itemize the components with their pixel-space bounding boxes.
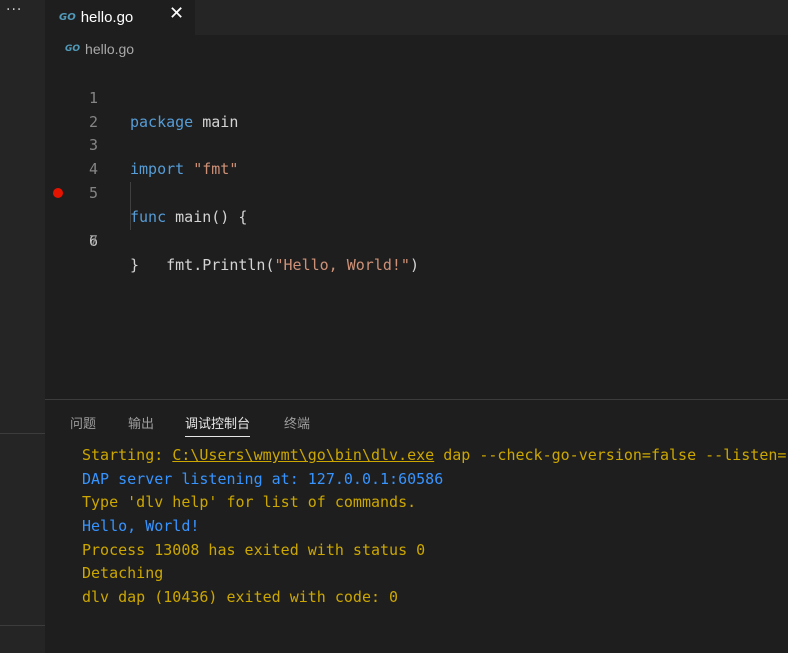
tab-debug-console[interactable]: 调试控制台 bbox=[185, 413, 251, 437]
console-text: dap --check-go-version=false --listen=12… bbox=[443, 446, 788, 464]
more-actions-icon[interactable]: ··· bbox=[6, 2, 22, 18]
code-line[interactable]: 6 fmt.Println("Hello, World!") bbox=[45, 181, 788, 274]
tab-label: hello.go bbox=[80, 9, 134, 26]
go-file-icon: GO bbox=[59, 12, 76, 23]
call-token: fmt.Println( bbox=[166, 256, 275, 274]
code-line[interactable]: 1 package main bbox=[45, 62, 788, 131]
editor-tab-bar: GO hello.go ✕ bbox=[45, 0, 788, 35]
debug-console-output[interactable]: Starting: C:\Users\wmymt\go\bin\dlv.exe … bbox=[82, 444, 788, 610]
code-line[interactable]: 3 import "fmt" bbox=[45, 109, 788, 178]
tab-terminal[interactable]: 终端 bbox=[284, 413, 310, 432]
breakpoint-icon[interactable] bbox=[53, 188, 63, 198]
executable-path-link[interactable]: C:\Users\wmymt\go\bin\dlv.exe bbox=[172, 446, 434, 464]
console-line: DAP server listening at: 127.0.0.1:60586 bbox=[82, 469, 444, 488]
console-line: dlv dap (10436) exited with code: 0 bbox=[82, 588, 399, 607]
go-file-icon: GO bbox=[65, 44, 81, 54]
console-line: Process 13008 has exited with status 0 bbox=[82, 540, 426, 559]
sidebar-divider bbox=[0, 625, 45, 626]
console-line: Detaching bbox=[82, 564, 164, 583]
panel-tab-bar: 问题 输出 调试控制台 终端 bbox=[45, 400, 788, 438]
tab-output[interactable]: 输出 bbox=[128, 413, 154, 432]
code-editor[interactable]: 1 package main 2 3 import "fmt" 4 5 func… bbox=[45, 62, 788, 398]
line-number: 7 bbox=[88, 232, 98, 250]
code-line[interactable]: 4 bbox=[45, 133, 788, 178]
breadcrumb[interactable]: GO hello.go bbox=[65, 38, 134, 60]
console-line: Hello, World! bbox=[82, 517, 200, 536]
console-line: Type 'dlv help' for list of commands. bbox=[82, 493, 417, 512]
paren-token: ) bbox=[409, 256, 419, 274]
code-line[interactable]: 2 bbox=[45, 86, 788, 131]
close-icon[interactable]: ✕ bbox=[169, 4, 184, 24]
string-token: "Hello, World!" bbox=[274, 256, 410, 274]
console-line: Starting: C:\Users\wmymt\go\bin\dlv.exe … bbox=[82, 444, 788, 468]
sidebar-divider bbox=[0, 433, 45, 434]
breadcrumb-file-label[interactable]: hello.go bbox=[85, 41, 134, 57]
bottom-panel: 问题 输出 调试控制台 终端 Starting: C:\Users\wmymt\… bbox=[45, 399, 788, 653]
tab-problems[interactable]: 问题 bbox=[70, 413, 96, 432]
code-line[interactable]: 5 func main() { bbox=[45, 157, 788, 226]
console-text: Starting: bbox=[82, 446, 173, 464]
brace-token: } bbox=[130, 256, 140, 274]
tab-hello-go[interactable]: GO hello.go ✕ bbox=[45, 0, 195, 35]
sidebar: ··· bbox=[0, 0, 45, 653]
code-line[interactable]: 7 } bbox=[45, 205, 788, 274]
